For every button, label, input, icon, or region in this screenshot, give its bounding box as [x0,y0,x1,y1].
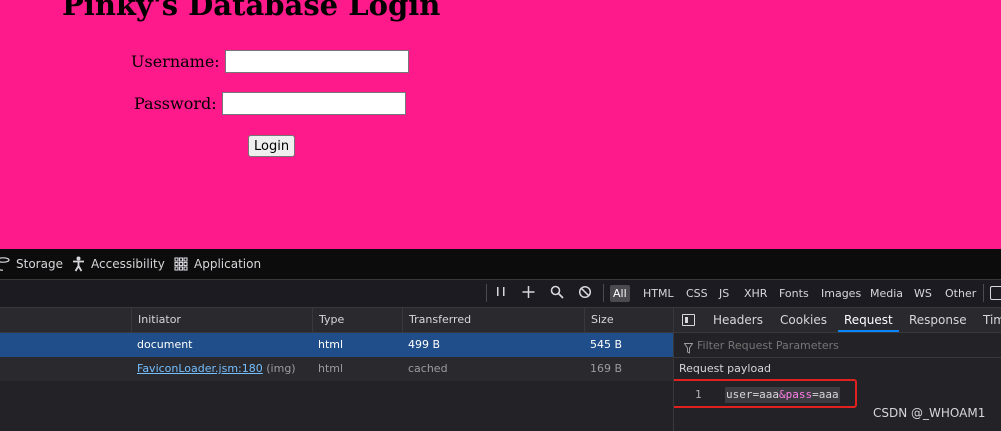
block-icon[interactable] [578,285,592,304]
tab-storage[interactable]: Storage [0,249,63,279]
filter-other[interactable]: Other [942,285,979,302]
payload-token: = [812,388,819,401]
cell-type: html [318,338,344,351]
password-label: Password: [134,94,217,113]
filter-js[interactable]: JS [716,285,732,302]
payload-token: aaa [759,388,779,401]
payload-heading: Request payload [679,362,771,375]
initiator-link[interactable]: FaviconLoader.jsm:180 [137,362,263,375]
search-icon[interactable] [550,285,564,304]
column-type[interactable]: Type [312,308,402,332]
tab-accessibility-label: Accessibility [91,257,165,271]
filter-icon [683,339,694,358]
column-initiator[interactable]: Initiator [131,308,312,332]
table-row[interactable]: document html 499 B 545 B [0,333,673,357]
filter-fonts[interactable]: Fonts [776,285,812,302]
table-row[interactable]: FaviconLoader.jsm:180 (img) html cached … [0,357,673,381]
login-page: Pinky's Database Login Username: Passwor… [0,0,1001,249]
storage-icon [0,257,10,271]
filter-xhr[interactable]: XHR [741,285,770,302]
cell-size: 169 B [590,362,623,375]
payload-token: pass [785,388,813,401]
cell-type: html [318,362,344,375]
tab-headers[interactable]: Headers [713,308,763,332]
column-size[interactable]: Size [584,308,673,332]
watermark: CSDN @_WHOAM1 [873,406,986,420]
column-transferred[interactable]: Transferred [402,308,584,332]
filter-media[interactable]: Media [867,285,906,302]
tab-timings[interactable]: Tim [983,308,1001,332]
table-header: Initiator Type Transferred Size [0,308,673,333]
payload-token: & [779,388,786,401]
tab-request[interactable]: Request [838,308,899,332]
accessibility-icon [72,256,85,272]
network-toolbar: All HTML CSS JS XHR Fonts Images Media W… [0,280,1001,308]
filter-images[interactable]: Images [818,285,864,302]
password-input[interactable] [222,92,406,115]
pause-icon[interactable] [496,285,506,304]
payload-line-number: 1 [695,388,702,401]
application-icon [174,257,188,271]
payload-token: user [726,388,753,401]
filter-all[interactable]: All [610,285,630,302]
cell-initiator: FaviconLoader.jsm:180 (img) [131,357,312,381]
page-title: Pinky's Database Login [62,0,441,22]
cell-initiator: document [137,338,193,351]
tab-response[interactable]: Response [909,308,967,332]
params-filter-row [674,333,1001,358]
params-filter-input[interactable] [697,337,987,353]
username-input[interactable] [225,50,409,73]
tab-application[interactable]: Application [174,249,261,279]
tab-accessibility[interactable]: Accessibility [72,249,165,279]
username-label: Username: [131,52,220,71]
settings-icon[interactable] [990,286,1001,300]
add-icon[interactable] [522,285,535,304]
payload-code[interactable]: user=aaa&pass=aaa [725,387,840,403]
tab-cookies[interactable]: Cookies [780,308,827,332]
toolbar-divider [486,284,487,302]
request-table: Initiator Type Transferred Size document… [0,308,673,431]
initiator-detail: (img) [266,362,296,375]
toolbar-divider [603,284,604,302]
toggle-panel-icon[interactable] [682,314,695,326]
toolbar-divider [983,284,984,302]
login-button[interactable]: Login [248,135,296,157]
details-tabs: Headers Cookies Request Response Tim [674,308,1001,333]
payload-token: aaa [818,388,839,401]
cell-transferred: cached [408,362,448,375]
filter-html[interactable]: HTML [640,285,677,302]
tab-application-label: Application [194,257,262,271]
cell-size: 545 B [590,338,623,351]
tab-storage-label: Storage [16,257,63,271]
devtools-panel-tabs: Storage Accessibility Application [0,249,1001,280]
filter-ws[interactable]: WS [911,285,935,302]
filter-css[interactable]: CSS [683,285,711,302]
cell-transferred: 499 B [408,338,441,351]
